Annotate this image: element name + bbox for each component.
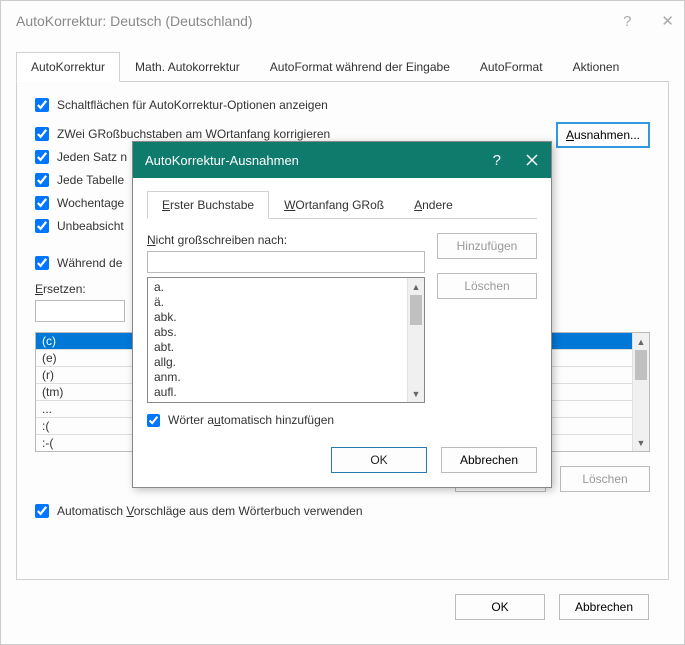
tab-math-autokorrektur[interactable]: Math. Autokorrektur [120, 52, 255, 82]
tab-autokorrektur[interactable]: AutoKorrektur [16, 52, 120, 82]
ausnahmen-dialog: AutoKorrektur-Ausnahmen ? Erster Buchsta… [132, 141, 552, 488]
dialog-tabs: AutoKorrektur Math. Autokorrektur AutoFo… [16, 51, 669, 82]
ok-button[interactable]: OK [455, 594, 545, 620]
replace-input[interactable] [35, 300, 125, 322]
checkbox-label: Während de [57, 256, 122, 270]
list-item[interactable]: abs. [148, 325, 407, 340]
field-label: Nicht großschreiben nach: [147, 233, 425, 247]
scrollbar[interactable]: ▲ ▼ [407, 278, 424, 402]
exception-list: a. ä. abk. abs. abt. allg. anm. aufl. ▲ … [147, 277, 425, 403]
close-icon[interactable]: ✕ [661, 12, 674, 30]
scroll-up-icon[interactable]: ▲ [633, 333, 649, 350]
checkbox-show-buttons[interactable] [35, 98, 49, 112]
ausnahmen-button[interactable]: Ausnahmen... [556, 122, 650, 148]
checkbox-label: Jede Tabelle [57, 173, 124, 187]
replace-label: Ersetzen: [35, 282, 125, 296]
list-item[interactable]: ä. [148, 295, 407, 310]
dialog-titlebar: AutoKorrektur: Deutsch (Deutschland) ? ✕ [1, 1, 684, 41]
inner-tabs: Erster Buchstabe WOrtanfang GRoß Andere [147, 190, 537, 219]
checkbox-auto-add[interactable] [147, 414, 160, 427]
list-item[interactable]: abk. [148, 310, 407, 325]
tab-wortanfang-gross[interactable]: WOrtanfang GRoß [269, 191, 399, 219]
scroll-down-icon[interactable]: ▼ [408, 385, 424, 402]
help-icon[interactable]: ? [623, 13, 631, 30]
checkbox-label: Unbeabsicht [57, 219, 124, 233]
scroll-down-icon[interactable]: ▼ [633, 434, 649, 451]
checkbox-capslock[interactable] [35, 219, 49, 233]
inner-dialog-title: AutoKorrektur-Ausnahmen [145, 153, 299, 168]
scroll-thumb[interactable] [410, 295, 422, 325]
scroll-up-icon[interactable]: ▲ [408, 278, 424, 295]
dialog-title: AutoKorrektur: Deutsch (Deutschland) [16, 13, 253, 29]
exception-input[interactable] [147, 251, 425, 273]
ok-button[interactable]: OK [331, 447, 427, 473]
list-item[interactable]: aufl. [148, 385, 407, 400]
checkbox-weekday-cap[interactable] [35, 196, 49, 210]
checkbox-label: Wochentage [57, 196, 124, 210]
cancel-button[interactable]: Abbrechen [441, 447, 537, 473]
tab-andere[interactable]: Andere [399, 191, 468, 219]
list-item[interactable]: a. [148, 280, 407, 295]
checkbox-label: Jeden Satz n [57, 150, 127, 164]
checkbox-label: ZWei GRoßbuchstaben am WOrtanfang korrig… [57, 127, 330, 141]
delete-button[interactable]: Löschen [437, 273, 537, 299]
checkbox-replace-typing[interactable] [35, 256, 49, 270]
tab-aktionen[interactable]: Aktionen [558, 52, 635, 82]
checkbox-label: Schaltflächen für AutoKorrektur-Optionen… [57, 98, 328, 112]
add-button[interactable]: Hinzufügen [437, 233, 537, 259]
close-icon[interactable] [525, 153, 539, 167]
tab-autoformat-eingabe[interactable]: AutoFormat während der Eingabe [255, 52, 465, 82]
list-item[interactable]: anm. [148, 370, 407, 385]
help-icon[interactable]: ? [493, 152, 501, 169]
list-item[interactable]: abt. [148, 340, 407, 355]
tab-autoformat[interactable]: AutoFormat [465, 52, 558, 82]
cancel-button[interactable]: Abbrechen [559, 594, 649, 620]
delete-button[interactable]: Löschen [560, 466, 650, 492]
tab-erster-buchstabe[interactable]: Erster Buchstabe [147, 191, 269, 219]
scroll-thumb[interactable] [635, 350, 647, 380]
checkbox-label: Automatisch Vorschläge aus dem Wörterbuc… [57, 504, 363, 518]
list-item[interactable]: allg. [148, 355, 407, 370]
checkbox-sentence-cap[interactable] [35, 150, 49, 164]
checkbox-table-cap[interactable] [35, 173, 49, 187]
checkbox-auto-suggest[interactable] [35, 504, 49, 518]
inner-titlebar: AutoKorrektur-Ausnahmen ? [133, 142, 551, 178]
checkbox-two-caps[interactable] [35, 127, 49, 141]
checkbox-label: Wörter automatisch hinzufügen [168, 413, 334, 427]
scrollbar[interactable]: ▲ ▼ [632, 333, 649, 451]
